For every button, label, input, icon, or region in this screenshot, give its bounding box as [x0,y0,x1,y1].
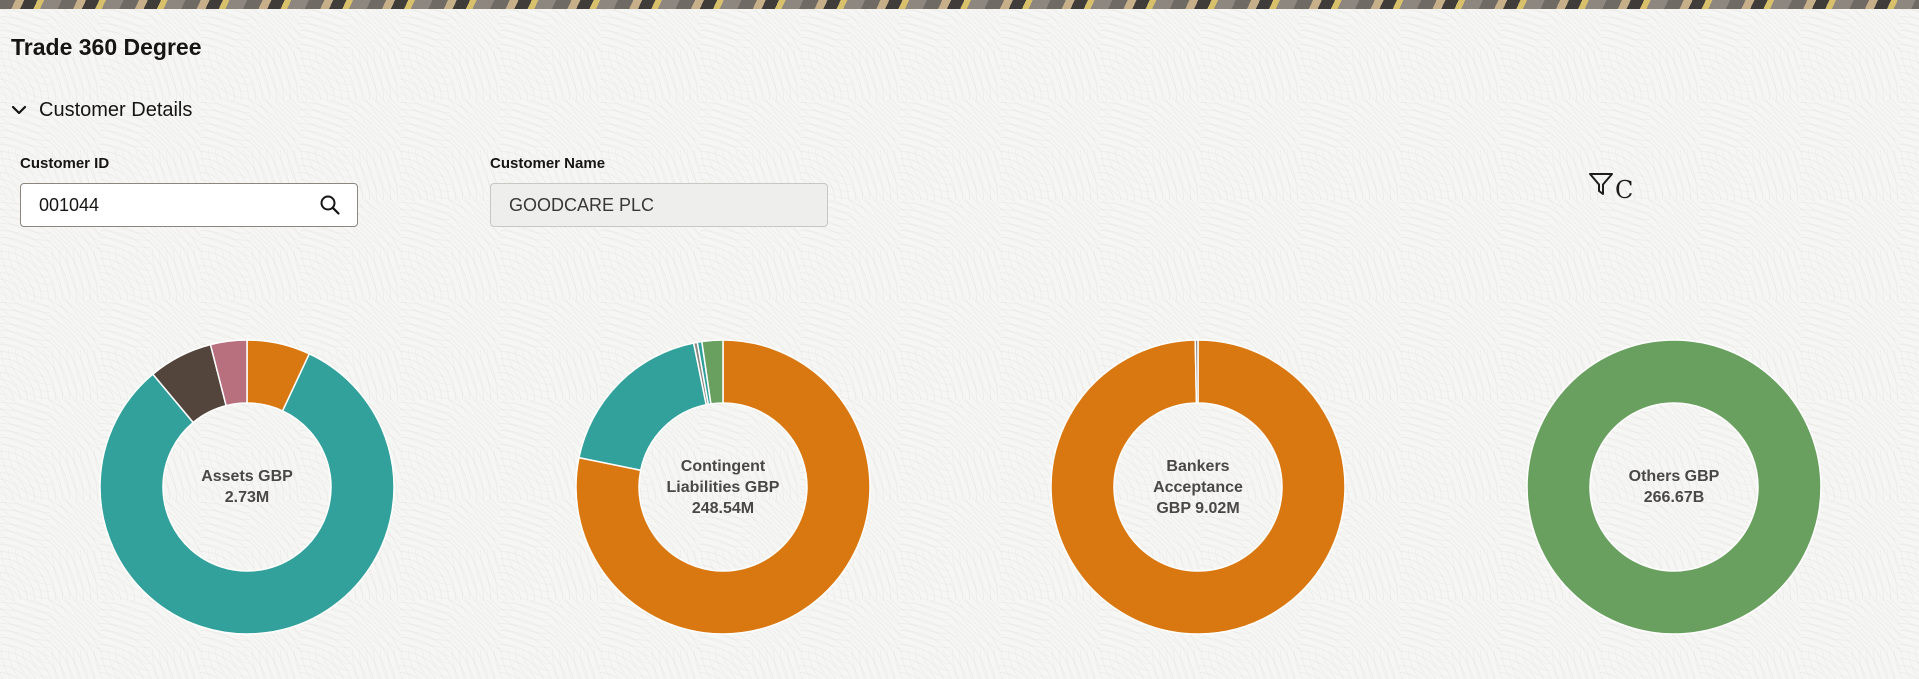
page-title: Trade 360 Degree [11,34,202,60]
chevron-down-icon [11,102,27,118]
chart-label-line: 2.73M [224,489,270,506]
customer-id-field[interactable]: 001044 [20,183,358,227]
filter-label: C [1615,176,1634,204]
search-icon[interactable] [317,192,343,218]
chart-center-label: Contingent Liabilities GBP 248.54M [649,413,797,561]
chart-label-line: Liabilities GBP [666,478,780,496]
chart-label-line: GBP 9.02M [1156,499,1240,517]
chart-label-line: Acceptance [1153,478,1243,496]
assets-donut-chart: Assets GBP 2.73M [99,339,395,635]
chart-label-line: 266.67B [1643,489,1705,506]
header-banner-strip [0,0,1919,9]
customer-id-value: 001044 [39,194,100,215]
section-title: Customer Details [39,98,193,121]
chart-center-label: Bankers Acceptance GBP 9.02M [1124,413,1272,561]
others-donut-chart: Others GBP 266.67B [1526,339,1822,635]
chart-label-line: Contingent [680,457,766,475]
contingent-liabilities-donut-chart: Contingent Liabilities GBP 248.54M [575,339,871,635]
chart-label-line: Bankers [1166,457,1230,475]
bankers-acceptance-donut-chart: Bankers Acceptance GBP 9.02M [1050,339,1346,635]
chart-label-line: 248.54M [691,499,755,517]
customer-id-label: Customer ID [20,155,110,172]
filter-icon [1588,171,1614,202]
customer-name-label: Customer Name [490,155,606,172]
chart-center-label: Others GBP 266.67B [1600,413,1748,561]
chart-center-label: Assets GBP 2.73M [173,413,321,561]
chart-label-line: Assets GBP [201,468,293,485]
chart-label-line: Others GBP [1628,468,1720,485]
donut-slice-2[interactable] [1194,339,1199,404]
filter-button[interactable]: C [1588,172,1633,202]
customer-details-toggle[interactable]: Customer Details [11,96,192,124]
customer-name-field: GOODCARE PLC [490,183,828,227]
customer-name-value: GOODCARE PLC [509,194,655,215]
